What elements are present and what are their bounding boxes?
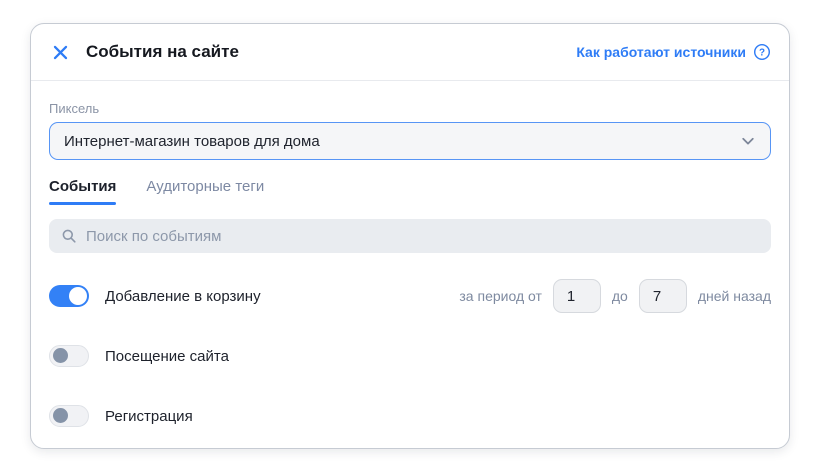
- tab-events-label: События: [49, 178, 117, 195]
- event-label: Добавление в корзину: [105, 287, 261, 305]
- event-label: Посещение сайта: [105, 347, 229, 365]
- tab-audience-tags[interactable]: Аудиторные теги: [146, 178, 264, 205]
- event-label: Регистрация: [105, 407, 193, 425]
- svg-text:?: ?: [759, 48, 765, 59]
- period-middle-label: до: [611, 288, 628, 304]
- toggle-site-visit[interactable]: [49, 345, 89, 367]
- toggle-knob: [53, 408, 68, 423]
- help-link-label: Как работают источники: [576, 44, 746, 60]
- period-from-input[interactable]: [552, 279, 601, 313]
- tab-events[interactable]: События: [49, 178, 117, 205]
- search-bar: [49, 219, 771, 253]
- site-events-dialog: События на сайте Как работают источники …: [30, 23, 790, 449]
- period-suffix-label: дней назад: [697, 288, 771, 304]
- tabs: События Аудиторные теги: [49, 178, 771, 205]
- toggle-knob: [69, 287, 87, 305]
- dialog-title: События на сайте: [86, 42, 239, 61]
- pixel-select[interactable]: Интернет-магазин товаров для дома: [49, 122, 771, 160]
- period-to-input[interactable]: [638, 279, 687, 313]
- question-circle-icon: ?: [753, 43, 771, 61]
- toggle-registration[interactable]: [49, 405, 89, 427]
- toggle-add-to-cart[interactable]: [49, 285, 89, 307]
- chevron-down-icon: [742, 137, 754, 145]
- help-link[interactable]: Как работают источники ?: [576, 43, 771, 61]
- pixel-label: Пиксель: [49, 101, 100, 116]
- dialog-body: Пиксель Интернет-магазин товаров для дом…: [31, 101, 789, 447]
- event-row-site-visit: Посещение сайта: [49, 339, 771, 373]
- tab-audience-tags-label: Аудиторные теги: [146, 178, 265, 195]
- close-button[interactable]: [49, 41, 71, 63]
- search-input[interactable]: [86, 227, 759, 245]
- period-prefix-label: за период от: [459, 288, 542, 304]
- toggle-knob: [53, 348, 68, 363]
- close-icon: [53, 45, 67, 59]
- period-controls: за период от до дней назад: [459, 279, 771, 313]
- search-icon: [62, 229, 76, 243]
- dialog-header: События на сайте Как работают источники …: [31, 24, 789, 81]
- event-row-add-to-cart: Добавление в корзину за период от до дне…: [49, 279, 771, 313]
- pixel-select-value: Интернет-магазин товаров для дома: [64, 132, 320, 150]
- event-row-registration: Регистрация: [49, 399, 771, 433]
